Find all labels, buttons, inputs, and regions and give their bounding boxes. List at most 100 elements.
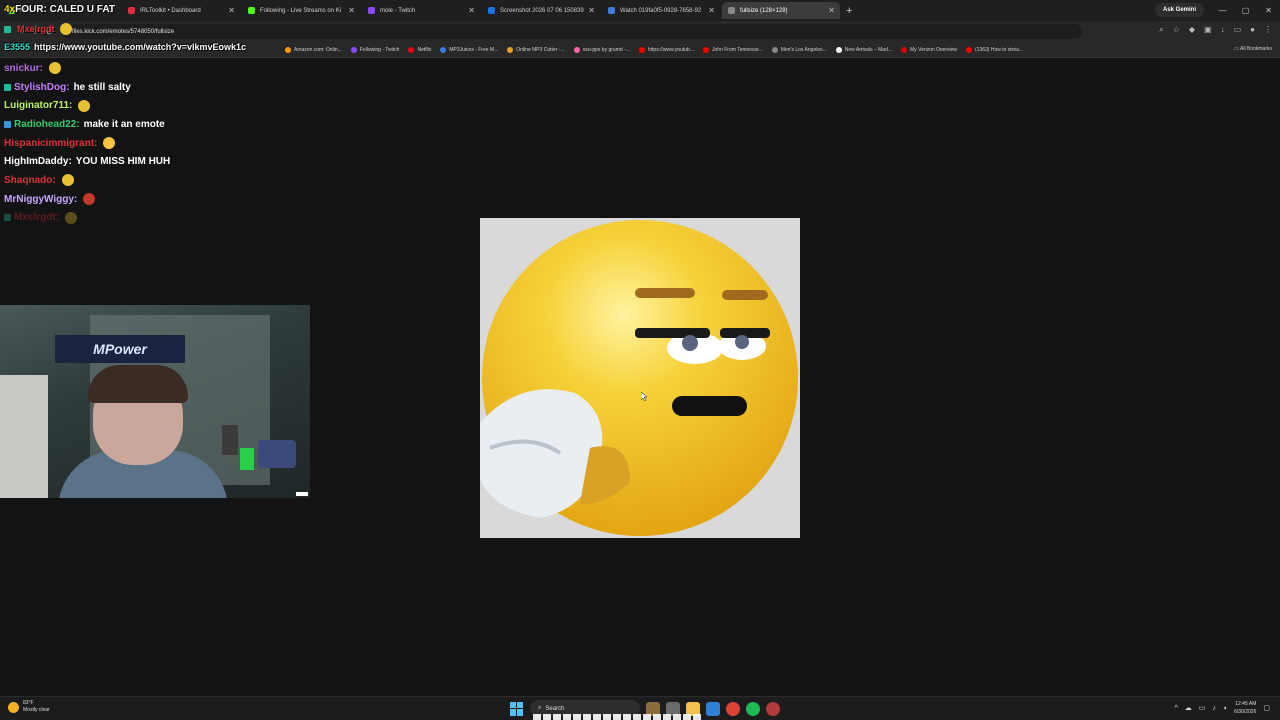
wall-banner: MPower (55, 335, 185, 363)
stream-caption-bar (533, 714, 703, 720)
chat-emote-icon (61, 174, 74, 187)
notification-icon[interactable]: ▢ (1263, 704, 1270, 712)
bookmark-item[interactable]: Online MP3 Cutter -... (507, 46, 565, 53)
tab-title: mole - Twitch (380, 7, 416, 14)
bookmark-item[interactable]: New Arrivals – Mad... (835, 46, 892, 53)
chat-emote-icon (48, 62, 61, 75)
zoom-icon[interactable]: ⌕ (1159, 25, 1163, 35)
bookmark-item[interactable]: osu-pps by grumd -... (573, 46, 630, 53)
system-tray: ^ ☁ ▭ ♪ ◖ 12:45 AM 6/30/2026 ▢ (1174, 700, 1270, 716)
tab-favicon-icon (488, 7, 495, 14)
bookmark-item[interactable]: Men's Los Angeles... (771, 46, 827, 53)
right-eyebrow (722, 290, 768, 300)
ask-gemini-label: Ask Gemini (1162, 7, 1196, 13)
bookmark-item[interactable]: MP3Juices - Free M... (440, 46, 499, 53)
chat-username: Radiohead22: (14, 118, 80, 130)
chrome-icon[interactable] (726, 701, 740, 716)
bookmark-favicon-icon (350, 46, 357, 53)
chat-emote-icon (103, 137, 116, 150)
tab-close-icon[interactable]: ✕ (588, 6, 595, 15)
bookmark-label: (1363) How to strea... (975, 46, 1024, 53)
windows-start-icon[interactable] (510, 701, 524, 716)
window-controls: — ▢ ✕ (1211, 0, 1280, 21)
chat-message: Hispanicimmigrant: (4, 134, 304, 153)
mouth (672, 396, 747, 416)
bookmark-favicon-icon (771, 46, 778, 53)
bookmark-item[interactable]: My Verizon Overview (901, 46, 957, 53)
overlay-user-row: Mxelrgdt (4, 23, 72, 35)
photos-icon[interactable] (706, 701, 720, 716)
download-icon[interactable]: ↓ (1221, 25, 1225, 35)
tab-favicon-icon (368, 7, 375, 14)
browser-tab[interactable]: Screenshot 2026 07 06 150839 ✕ (482, 2, 600, 19)
tab-close-icon[interactable]: ✕ (348, 6, 355, 15)
tray-app-icon[interactable]: ☁ (1185, 704, 1192, 712)
tab-title: Screenshot 2026 07 06 150839 (500, 7, 584, 14)
maximize-icon[interactable]: ▢ (1234, 0, 1257, 21)
bookmark-label: MP3Juices - Free M... (449, 46, 499, 53)
overlay-multiplier: 4x (4, 4, 16, 15)
streamer-hair (88, 365, 188, 403)
all-bookmarks-button[interactable]: ▭ All Bookmarks (1234, 46, 1272, 52)
extensions-puzzle-icon[interactable]: ▣ (1204, 25, 1212, 35)
streamer (58, 365, 228, 498)
bookmark-item[interactable]: https://www.youtub... (638, 46, 695, 53)
close-window-icon[interactable]: ✕ (1257, 0, 1280, 21)
watermark-logo (296, 492, 308, 496)
menu-icon[interactable]: ⋮ (1264, 25, 1272, 35)
browser-tab[interactable]: mole - Twitch ✕ (362, 2, 480, 19)
toy-car (258, 440, 296, 468)
overlay-username: Mxelrgdt (17, 24, 55, 34)
overlay-title-text: FOUR: CALED U FAT (15, 4, 115, 15)
extension-icon[interactable]: ◆ (1189, 25, 1195, 35)
tab-title: fullsize (128×128) (740, 7, 788, 14)
chat-username: Shaqnado: (4, 174, 56, 186)
volume-icon[interactable]: ◖ (1223, 705, 1227, 712)
browser-tab[interactable]: Following - Live Streams on Ki ✕ (242, 2, 360, 19)
bookmark-favicon-icon (440, 46, 447, 53)
clock[interactable]: 12:45 AM 6/30/2026 (1234, 700, 1256, 716)
bookmark-label: https://www.youtub... (647, 46, 695, 53)
bookmark-item[interactable]: Netflix (408, 46, 431, 53)
spotify-icon[interactable] (746, 701, 760, 716)
chat-message: StylishDog: he still salty (4, 78, 304, 97)
chat-message: Mxelrgdt: (4, 209, 304, 228)
microphone-icon[interactable]: ♪ (1212, 705, 1216, 712)
bookmark-item[interactable]: John From Tennesse... (703, 46, 763, 53)
chat-username: HighImDaddy: (4, 156, 72, 168)
url-text: files.kick.com/emotes/5748050/fullsize (72, 28, 175, 35)
ask-gemini-button[interactable]: Ask Gemini (1154, 3, 1204, 17)
obs-icon[interactable] (766, 701, 780, 716)
chat-message: Radiohead22: make it an emote (4, 115, 304, 134)
tab-close-icon[interactable]: ✕ (468, 6, 475, 15)
tab-close-icon[interactable]: ✕ (708, 6, 715, 15)
unimpressed-face-emote (480, 220, 798, 536)
bookmark-star-icon[interactable]: ☆ (1173, 25, 1180, 35)
network-icon[interactable]: ▭ (1199, 704, 1206, 712)
gaming-chair (0, 375, 48, 498)
tab-favicon-icon (128, 7, 135, 14)
profile-avatar[interactable]: ● (1250, 25, 1255, 35)
bookmark-label: Online MP3 Cutter -... (516, 46, 565, 53)
bookmark-item[interactable]: Amazon.com: Onlin... (285, 46, 342, 53)
split-view-icon[interactable]: ▭ (1234, 25, 1242, 35)
bookmark-item[interactable]: Following - Twitch (350, 46, 399, 53)
bookmark-favicon-icon (638, 46, 645, 53)
bookmark-item[interactable]: (1363) How to strea... (966, 46, 1024, 53)
chat-text: he still salty (73, 81, 131, 93)
browser-toolbar: ⌕ ☆ ◆ ▣ ↓ ▭ ● ⋮ (1159, 25, 1272, 35)
right-pupil (735, 335, 749, 349)
tray-chevron-icon[interactable]: ^ (1174, 705, 1177, 712)
new-tab-icon[interactable]: + (846, 5, 852, 17)
tab-close-icon[interactable]: ✕ (228, 6, 235, 15)
browser-tab[interactable]: Watch 019fa0f5-0928-7658-92 ✕ (602, 2, 720, 19)
tab-close-icon[interactable]: ✕ (828, 6, 835, 15)
url-input[interactable]: files.kick.com/emotes/5748050/fullsize (62, 24, 1082, 39)
browser-tab[interactable]: fullsize (128×128) ✕ (722, 2, 840, 19)
browser-tab[interactable]: IRLToolkit • Dashboard ✕ (122, 2, 240, 19)
weather-widget[interactable]: 83°F Mostly clear (8, 700, 50, 714)
bookmark-label: Men's Los Angeles... (780, 46, 827, 53)
minimize-icon[interactable]: — (1211, 0, 1234, 21)
tab-favicon-icon (608, 7, 615, 14)
emote-icon (59, 23, 72, 35)
